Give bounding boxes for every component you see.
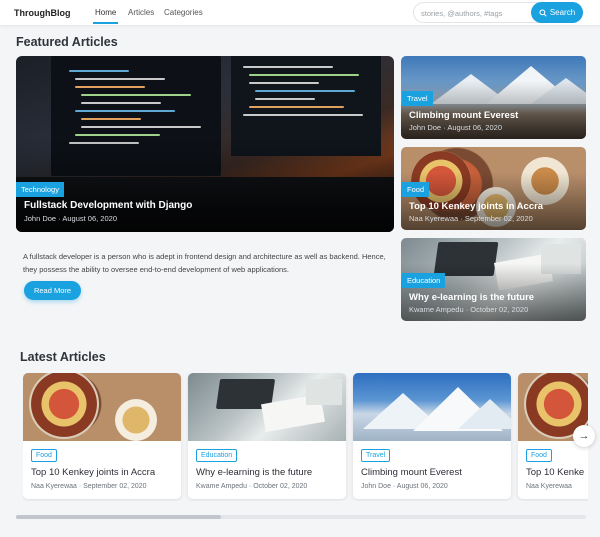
search-button-label: Search	[549, 8, 576, 17]
card-title[interactable]: Why e-learning is the future	[196, 467, 312, 478]
card-meta: John Doe · August 06, 2020	[409, 123, 502, 132]
card-title[interactable]: Climbing mount Everest	[361, 467, 462, 478]
scrollbar-thumb[interactable]	[16, 515, 221, 519]
carousel-scrollbar[interactable]	[16, 515, 586, 519]
latest-card-travel[interactable]: Travel Climbing mount Everest John Doe ·…	[353, 373, 511, 499]
category-tag[interactable]: Education	[196, 449, 238, 462]
latest-card-food[interactable]: Food Top 10 Kenkey joints in Accra Naa K…	[23, 373, 181, 499]
search-icon	[539, 8, 547, 17]
read-more-button[interactable]: Read More	[24, 281, 81, 300]
card-image	[188, 373, 346, 441]
category-tag[interactable]: Education	[402, 273, 446, 288]
nav-link-articles[interactable]: Articles	[128, 8, 154, 17]
featured-side-card-food[interactable]: Food Top 10 Kenkey joints in Accra Naa K…	[401, 147, 586, 230]
card-meta: Kwame Ampedu · October 02, 2020	[409, 305, 529, 314]
card-meta: John Doe · August 06, 2020	[24, 214, 117, 223]
card-title: Why e-learning is the future	[409, 292, 535, 303]
featured-main-card[interactable]: Technology Fullstack Development with Dj…	[16, 56, 394, 232]
category-tag[interactable]: Technology	[16, 182, 64, 197]
card-title: Top 10 Kenkey joints in Accra	[409, 201, 544, 212]
category-tag[interactable]: Travel	[402, 91, 433, 106]
category-tag[interactable]: Travel	[361, 449, 391, 462]
card-meta: Naa Kyerewaa · September 02, 2020	[409, 214, 533, 223]
arrow-right-icon: →	[578, 430, 590, 442]
category-tag[interactable]: Food	[402, 182, 430, 197]
top-navbar: ThroughBlog Home Articles Categories Sea…	[0, 0, 600, 25]
card-title[interactable]: Top 10 Kenkey joints in Accra	[31, 467, 155, 478]
card-title: Climbing mount Everest	[409, 110, 519, 121]
card-meta: Kwame Ampedu · October 02, 2020	[196, 483, 308, 490]
nav-link-categories[interactable]: Categories	[164, 8, 203, 17]
card-title[interactable]: Top 10 Kenke	[526, 467, 584, 478]
latest-carousel: Food Top 10 Kenkey joints in Accra Naa K…	[23, 373, 588, 501]
search-input[interactable]	[421, 7, 533, 19]
card-title: Fullstack Development with Django	[24, 200, 193, 211]
carousel-next-button[interactable]: →	[573, 425, 595, 447]
brand-logo[interactable]: ThroughBlog	[14, 8, 70, 18]
featured-description: A fullstack developer is a person who is…	[23, 252, 386, 274]
latest-section-title: Latest Articles	[20, 350, 106, 364]
featured-section-title: Featured Articles	[16, 35, 118, 49]
card-meta: Naa Kyerewaa	[526, 483, 572, 490]
category-tag[interactable]: Food	[526, 449, 552, 462]
latest-card-education[interactable]: Education Why e-learning is the future K…	[188, 373, 346, 499]
card-image	[353, 373, 511, 441]
featured-side-card-education[interactable]: Education Why e-learning is the future K…	[401, 238, 586, 321]
card-meta: Naa Kyerewaa · September 02, 2020	[31, 483, 147, 490]
category-tag[interactable]: Food	[31, 449, 57, 462]
nav-link-home[interactable]: Home	[92, 8, 119, 24]
card-meta: John Doe · August 06, 2020	[361, 483, 448, 490]
card-image	[23, 373, 181, 441]
search-button[interactable]: Search	[531, 2, 583, 23]
search-form: Search	[413, 2, 583, 23]
featured-side-card-travel[interactable]: Travel Climbing mount Everest John Doe ·…	[401, 56, 586, 139]
